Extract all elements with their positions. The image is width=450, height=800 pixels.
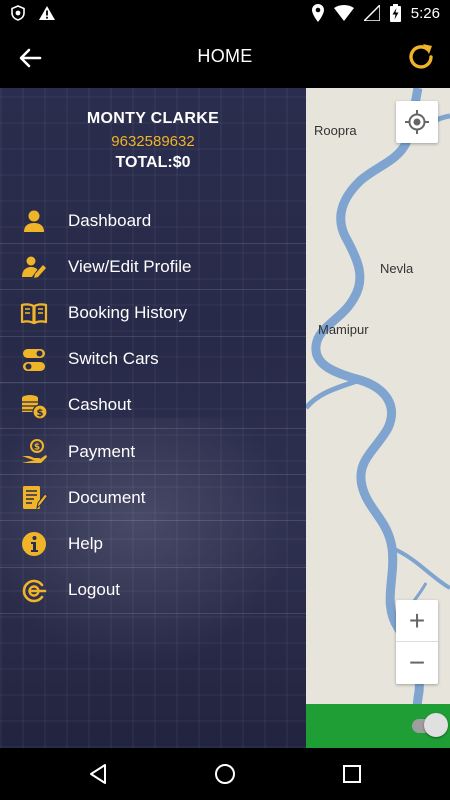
menu-label: Switch Cars: [68, 349, 159, 369]
wifi-icon: [333, 5, 354, 21]
driver-name: MONTY CLARKE: [86, 110, 220, 127]
clock: 5:26: [410, 4, 440, 22]
battery-charging-icon: [389, 4, 401, 22]
nav-recents-icon[interactable]: [340, 762, 364, 786]
switch-icon: [23, 348, 45, 371]
zoom-in-button[interactable]: +: [396, 600, 438, 642]
page-title: HOME: [197, 46, 253, 66]
map-view[interactable]: Roopra Nevla Mamipur + −: [306, 88, 450, 748]
menu-item-switch-cars[interactable]: Switch Cars: [0, 337, 306, 383]
menu-item-help[interactable]: Help: [0, 521, 306, 568]
online-status-bar: [306, 704, 450, 748]
menu-label: View/Edit Profile: [68, 256, 192, 276]
navigation-drawer: MONTY CLARKE 9632589632 TOTAL:$0 Dashboa…: [0, 88, 306, 748]
crosshair-icon: [405, 110, 429, 134]
menu-label: Booking History: [68, 302, 188, 322]
status-bar: 5:26: [0, 0, 450, 28]
menu-item-view-edit-profile[interactable]: View/Edit Profile: [0, 244, 306, 291]
total-earnings: TOTAL:$0: [115, 154, 191, 171]
shield-notification-icon: [11, 5, 25, 21]
menu-item-booking-history[interactable]: Booking History: [0, 290, 306, 337]
coins-icon: $: [22, 394, 48, 420]
menu-label: Logout: [68, 580, 120, 600]
user-icon: [24, 210, 44, 232]
system-nav-bar: [0, 748, 450, 800]
cell-signal-icon: [363, 5, 380, 21]
menu-item-logout[interactable]: Logout: [0, 568, 306, 614]
online-toggle-thumb[interactable]: [424, 713, 448, 737]
svg-text:$: $: [37, 408, 44, 419]
nav-back-icon[interactable]: [86, 762, 110, 786]
warning-icon: [39, 6, 55, 20]
nav-home-icon[interactable]: [213, 762, 237, 786]
profile-header: MONTY CLARKE 9632589632 TOTAL:$0: [0, 110, 306, 172]
map-place-label: Roopra: [314, 123, 357, 138]
app-bar: HOME: [0, 28, 450, 88]
menu-item-payment[interactable]: $ Payment: [0, 429, 306, 476]
menu-item-document[interactable]: Document: [0, 475, 306, 522]
info-icon: [22, 532, 46, 557]
drawer-menu: Dashboard View/Edit Profile Booking Hist…: [0, 198, 306, 614]
menu-item-cashout[interactable]: $ Cashout: [0, 383, 306, 429]
svg-text:$: $: [34, 442, 40, 452]
location-icon: [311, 4, 324, 22]
menu-label: Help: [68, 533, 103, 553]
zoom-controls: + −: [396, 600, 438, 684]
zoom-out-button[interactable]: −: [396, 642, 438, 684]
logout-icon: [22, 579, 47, 602]
map-place-label: Nevla: [380, 261, 414, 276]
menu-label: Cashout: [68, 395, 132, 415]
my-location-button[interactable]: [396, 101, 438, 143]
menu-label: Document: [68, 487, 146, 507]
menu-item-dashboard[interactable]: Dashboard: [0, 198, 306, 245]
driver-phone: 9632589632: [111, 133, 195, 150]
menu-label: Payment: [68, 441, 136, 461]
document-icon: [23, 486, 48, 510]
refresh-icon[interactable]: [404, 40, 438, 74]
map-place-label: Mamipur: [318, 322, 369, 337]
menu-label: Dashboard: [68, 210, 152, 230]
book-icon: [20, 303, 48, 325]
payment-icon: $: [22, 438, 47, 463]
edit-profile-icon: [22, 256, 46, 279]
